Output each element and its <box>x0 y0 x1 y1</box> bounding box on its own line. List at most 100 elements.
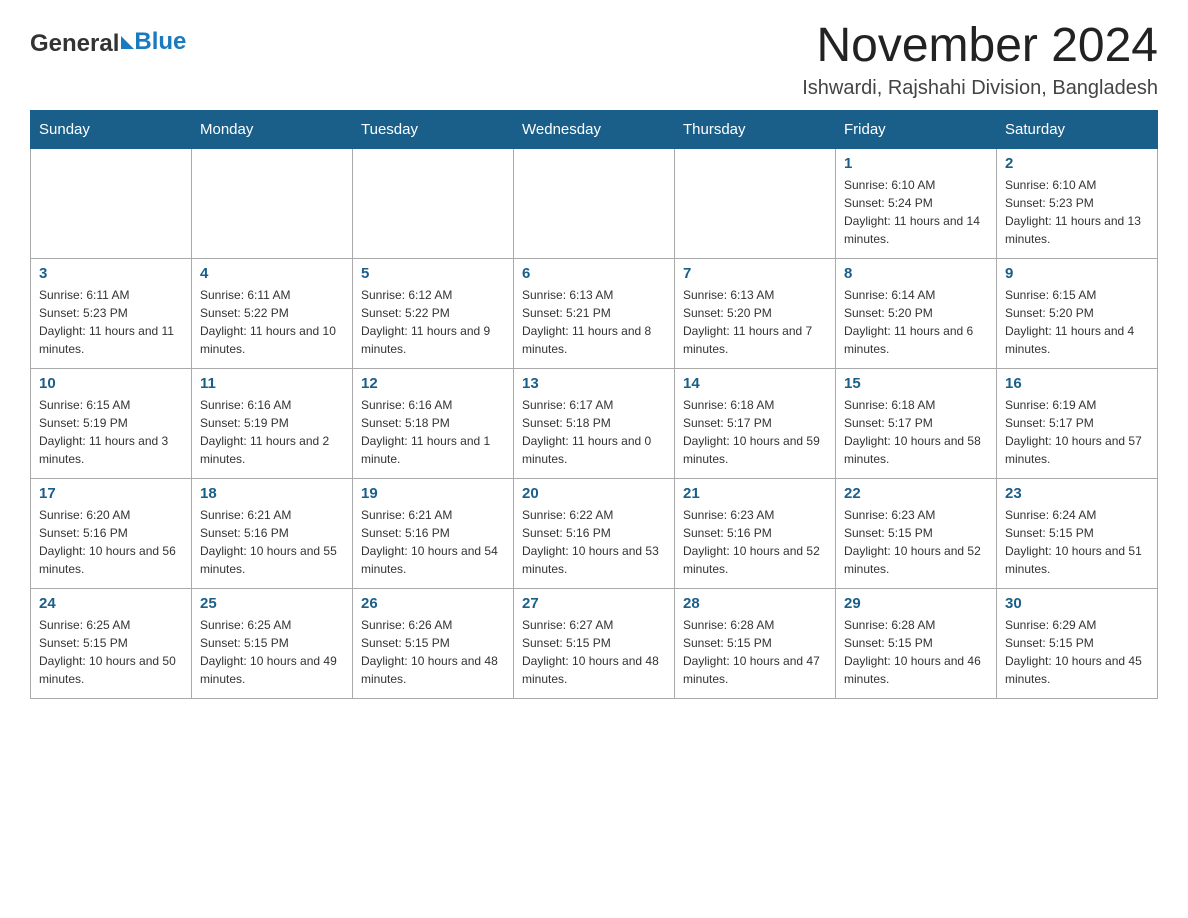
col-saturday: Saturday <box>997 110 1158 148</box>
calendar-cell: 2Sunrise: 6:10 AMSunset: 5:23 PMDaylight… <box>997 148 1158 258</box>
day-info: Sunrise: 6:23 AMSunset: 5:15 PMDaylight:… <box>844 506 988 578</box>
calendar-cell <box>31 148 192 258</box>
calendar-cell: 14 Sunrise: 6:18 AMSunset: 5:17 PMDayligh… <box>675 368 836 478</box>
day-number: 25 <box>200 595 344 612</box>
day-number: 7 <box>683 265 827 282</box>
day-number: 14 <box>683 375 827 392</box>
day-number: 16 <box>1005 375 1149 392</box>
day-number: 4 <box>200 265 344 282</box>
logo: General Blue <box>30 20 186 58</box>
calendar-cell: 9 Sunrise: 6:15 AMSunset: 5:20 PMDaylight… <box>997 258 1158 368</box>
day-number: 23 <box>1005 485 1149 502</box>
calendar: Sunday Monday Tuesday Wednesday Thursday… <box>30 110 1158 699</box>
subtitle: Ishwardi, Rajshahi Division, Bangladesh <box>802 77 1158 100</box>
day-info: Sunrise: 6:26 AMSunset: 5:15 PMDaylight:… <box>361 616 505 688</box>
calendar-cell <box>514 148 675 258</box>
logo-general-text: General <box>30 30 119 58</box>
day-number: 6 <box>522 265 666 282</box>
day-info: Sunrise: 6:14 AMSunset: 5:20 PMDaylight:… <box>844 286 988 358</box>
calendar-cell: 12 Sunrise: 6:16 AMSunset: 5:18 PMDayligh… <box>353 368 514 478</box>
calendar-cell: 25Sunrise: 6:25 AMSunset: 5:15 PMDayligh… <box>192 588 353 698</box>
day-number: 27 <box>522 595 666 612</box>
col-wednesday: Wednesday <box>514 110 675 148</box>
day-info: Sunrise: 6:28 AMSunset: 5:15 PMDaylight:… <box>844 616 988 688</box>
calendar-cell: 17 Sunrise: 6:20 AMSunset: 5:16 PMDayligh… <box>31 478 192 588</box>
day-number: 28 <box>683 595 827 612</box>
calendar-cell: 27 Sunrise: 6:27 AMSunset: 5:15 PMDayligh… <box>514 588 675 698</box>
day-info: Sunrise: 6:11 AMSunset: 5:22 PMDaylight:… <box>200 286 344 358</box>
day-number: 30 <box>1005 595 1149 612</box>
logo-blue-text: Blue <box>134 28 186 56</box>
col-friday: Friday <box>836 110 997 148</box>
day-number: 1 <box>844 155 988 172</box>
day-info: Sunrise: 6:18 AMSunset: 5:17 PMDaylight:… <box>683 396 827 468</box>
title-area: November 2024 Ishwardi, Rajshahi Divisio… <box>802 20 1158 100</box>
calendar-cell: 11 Sunrise: 6:16 AMSunset: 5:19 PMDayligh… <box>192 368 353 478</box>
day-info: Sunrise: 6:25 AMSunset: 5:15 PMDaylight:… <box>39 616 183 688</box>
col-thursday: Thursday <box>675 110 836 148</box>
calendar-cell: 15 Sunrise: 6:18 AMSunset: 5:17 PMDayligh… <box>836 368 997 478</box>
calendar-cell: 1 Sunrise: 6:10 AMSunset: 5:24 PMDaylight… <box>836 148 997 258</box>
day-number: 3 <box>39 265 183 282</box>
day-info: Sunrise: 6:28 AMSunset: 5:15 PMDaylight:… <box>683 616 827 688</box>
day-info: Sunrise: 6:21 AMSunset: 5:16 PMDaylight:… <box>200 506 344 578</box>
day-info: Sunrise: 6:15 AMSunset: 5:20 PMDaylight:… <box>1005 286 1149 358</box>
day-info: Sunrise: 6:16 AMSunset: 5:18 PMDaylight:… <box>361 396 505 468</box>
calendar-cell: 13Sunrise: 6:17 AMSunset: 5:18 PMDayligh… <box>514 368 675 478</box>
day-number: 8 <box>844 265 988 282</box>
week-row-3: 10 Sunrise: 6:15 AMSunset: 5:19 PMDayligh… <box>31 368 1158 478</box>
calendar-cell: 28 Sunrise: 6:28 AMSunset: 5:15 PMDayligh… <box>675 588 836 698</box>
calendar-cell: 20Sunrise: 6:22 AMSunset: 5:16 PMDayligh… <box>514 478 675 588</box>
day-number: 12 <box>361 375 505 392</box>
calendar-cell: 7 Sunrise: 6:13 AMSunset: 5:20 PMDaylight… <box>675 258 836 368</box>
day-number: 9 <box>1005 265 1149 282</box>
day-number: 19 <box>361 485 505 502</box>
day-info: Sunrise: 6:10 AMSunset: 5:23 PMDaylight:… <box>1005 176 1149 248</box>
day-info: Sunrise: 6:13 AMSunset: 5:21 PMDaylight:… <box>522 286 666 358</box>
day-number: 18 <box>200 485 344 502</box>
col-sunday: Sunday <box>31 110 192 148</box>
calendar-cell: 21 Sunrise: 6:23 AMSunset: 5:16 PMDayligh… <box>675 478 836 588</box>
week-row-4: 17 Sunrise: 6:20 AMSunset: 5:16 PMDayligh… <box>31 478 1158 588</box>
header: General Blue November 2024 Ishwardi, Raj… <box>30 20 1158 100</box>
calendar-cell <box>353 148 514 258</box>
day-number: 29 <box>844 595 988 612</box>
day-number: 17 <box>39 485 183 502</box>
day-number: 24 <box>39 595 183 612</box>
day-info: Sunrise: 6:23 AMSunset: 5:16 PMDaylight:… <box>683 506 827 578</box>
day-info: Sunrise: 6:16 AMSunset: 5:19 PMDaylight:… <box>200 396 344 468</box>
calendar-cell: 26Sunrise: 6:26 AMSunset: 5:15 PMDayligh… <box>353 588 514 698</box>
week-row-5: 24 Sunrise: 6:25 AMSunset: 5:15 PMDayligh… <box>31 588 1158 698</box>
day-info: Sunrise: 6:15 AMSunset: 5:19 PMDaylight:… <box>39 396 183 468</box>
day-info: Sunrise: 6:18 AMSunset: 5:17 PMDaylight:… <box>844 396 988 468</box>
calendar-cell: 23Sunrise: 6:24 AMSunset: 5:15 PMDayligh… <box>997 478 1158 588</box>
day-info: Sunrise: 6:17 AMSunset: 5:18 PMDaylight:… <box>522 396 666 468</box>
calendar-cell: 6 Sunrise: 6:13 AMSunset: 5:21 PMDaylight… <box>514 258 675 368</box>
calendar-cell: 19 Sunrise: 6:21 AMSunset: 5:16 PMDayligh… <box>353 478 514 588</box>
day-number: 10 <box>39 375 183 392</box>
calendar-cell: 18 Sunrise: 6:21 AMSunset: 5:16 PMDayligh… <box>192 478 353 588</box>
day-info: Sunrise: 6:19 AMSunset: 5:17 PMDaylight:… <box>1005 396 1149 468</box>
day-number: 5 <box>361 265 505 282</box>
day-info: Sunrise: 6:27 AMSunset: 5:15 PMDaylight:… <box>522 616 666 688</box>
day-info: Sunrise: 6:21 AMSunset: 5:16 PMDaylight:… <box>361 506 505 578</box>
day-info: Sunrise: 6:10 AMSunset: 5:24 PMDaylight:… <box>844 176 988 248</box>
calendar-cell: 24 Sunrise: 6:25 AMSunset: 5:15 PMDayligh… <box>31 588 192 698</box>
day-number: 11 <box>200 375 344 392</box>
calendar-cell: 22 Sunrise: 6:23 AMSunset: 5:15 PMDayligh… <box>836 478 997 588</box>
week-row-1: 1 Sunrise: 6:10 AMSunset: 5:24 PMDaylight… <box>31 148 1158 258</box>
week-row-2: 3 Sunrise: 6:11 AMSunset: 5:23 PMDaylight… <box>31 258 1158 368</box>
col-monday: Monday <box>192 110 353 148</box>
day-info: Sunrise: 6:13 AMSunset: 5:20 PMDaylight:… <box>683 286 827 358</box>
day-info: Sunrise: 6:29 AMSunset: 5:15 PMDaylight:… <box>1005 616 1149 688</box>
day-number: 20 <box>522 485 666 502</box>
day-number: 22 <box>844 485 988 502</box>
logo-triangle-icon <box>121 36 134 49</box>
day-number: 15 <box>844 375 988 392</box>
calendar-cell: 29 Sunrise: 6:28 AMSunset: 5:15 PMDayligh… <box>836 588 997 698</box>
calendar-header-row: Sunday Monday Tuesday Wednesday Thursday… <box>31 110 1158 148</box>
calendar-cell: 30 Sunrise: 6:29 AMSunset: 5:15 PMDayligh… <box>997 588 1158 698</box>
day-info: Sunrise: 6:20 AMSunset: 5:16 PMDaylight:… <box>39 506 183 578</box>
day-number: 21 <box>683 485 827 502</box>
day-info: Sunrise: 6:11 AMSunset: 5:23 PMDaylight:… <box>39 286 183 358</box>
